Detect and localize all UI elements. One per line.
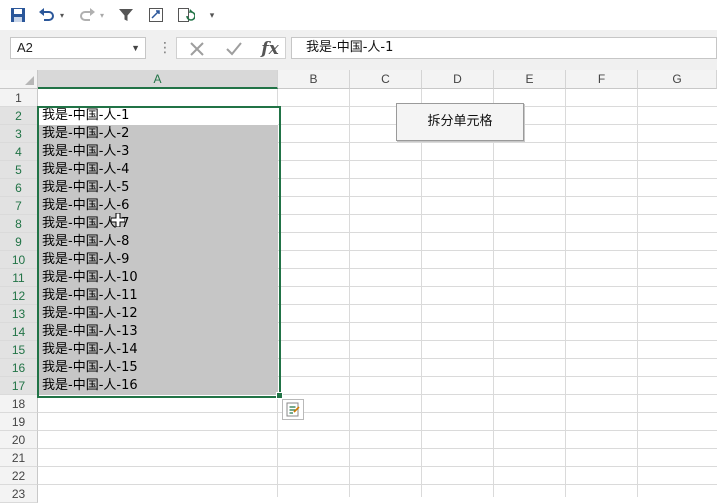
- save-icon[interactable]: [8, 5, 28, 25]
- row-header[interactable]: 21: [0, 449, 38, 467]
- row-header[interactable]: 23: [0, 485, 38, 503]
- insert-function-icon[interactable]: fx: [255, 38, 285, 60]
- row-header[interactable]: 16: [0, 359, 38, 377]
- row-header[interactable]: 14: [0, 323, 38, 341]
- formula-bar: A2 ▼ ⋮ fx 我是-中国-人-1: [0, 30, 717, 70]
- row-header[interactable]: 2: [0, 107, 38, 125]
- row-header[interactable]: 1: [0, 89, 38, 107]
- refresh-icon[interactable]: [176, 5, 196, 25]
- gridline: [349, 89, 350, 497]
- split-cells-button[interactable]: 拆分单元格: [396, 103, 524, 141]
- paste-options-icon[interactable]: [282, 399, 304, 420]
- row-header[interactable]: 20: [0, 431, 38, 449]
- row-header[interactable]: 15: [0, 341, 38, 359]
- pivot-icon[interactable]: [146, 5, 166, 25]
- formula-input[interactable]: 我是-中国-人-1: [291, 37, 717, 59]
- row-header[interactable]: 18: [0, 395, 38, 413]
- filter-icon[interactable]: [116, 5, 136, 25]
- row-header[interactable]: 19: [0, 413, 38, 431]
- column-header-e[interactable]: E: [494, 70, 566, 89]
- row-header[interactable]: 4: [0, 143, 38, 161]
- gridline: [637, 89, 638, 497]
- gridline: [38, 448, 717, 449]
- row-header[interactable]: 22: [0, 467, 38, 485]
- redo-dropdown-icon: ▾: [99, 10, 104, 20]
- row-header[interactable]: 10: [0, 251, 38, 269]
- row-header[interactable]: 7: [0, 197, 38, 215]
- row-header[interactable]: 9: [0, 233, 38, 251]
- row-header[interactable]: 5: [0, 161, 38, 179]
- row-header[interactable]: 3: [0, 125, 38, 143]
- gridline: [38, 412, 717, 413]
- worksheet-grid[interactable]: A B C D E F G 1 2 3 4 5 6 7 8 9 10 11 12…: [0, 70, 717, 503]
- redo-icon: [76, 5, 98, 25]
- selection-border: [37, 106, 281, 398]
- row-header[interactable]: 12: [0, 287, 38, 305]
- row-header[interactable]: 6: [0, 179, 38, 197]
- select-all-triangle-icon: [25, 76, 34, 85]
- column-header-b[interactable]: B: [278, 70, 350, 89]
- gridline: [493, 89, 494, 497]
- name-box-value: A2: [17, 40, 33, 55]
- undo-icon[interactable]: [36, 5, 58, 25]
- formula-bar-grip[interactable]: ⋮: [158, 39, 172, 56]
- gridline: [565, 89, 566, 497]
- customize-toolbar-icon[interactable]: ▾: [206, 5, 218, 25]
- fill-handle[interactable]: [276, 392, 283, 399]
- column-header-g[interactable]: G: [638, 70, 717, 89]
- row-header[interactable]: 11: [0, 269, 38, 287]
- row-header[interactable]: 17: [0, 377, 38, 395]
- enter-check-icon[interactable]: [219, 38, 249, 60]
- name-box[interactable]: A2 ▼: [10, 37, 146, 59]
- chevron-down-icon[interactable]: ▼: [131, 38, 140, 58]
- gridline: [38, 466, 717, 467]
- select-all-corner[interactable]: [0, 70, 38, 89]
- column-header-f[interactable]: F: [566, 70, 638, 89]
- gridline: [421, 89, 422, 497]
- undo-dropdown-icon[interactable]: ▾: [58, 5, 66, 25]
- column-header-a[interactable]: A: [38, 70, 278, 89]
- column-header-d[interactable]: D: [422, 70, 494, 89]
- column-header-c[interactable]: C: [350, 70, 422, 89]
- quick-access-toolbar: ▾ ▾ ▾: [0, 0, 717, 30]
- row-header[interactable]: 8: [0, 215, 38, 233]
- row-header[interactable]: 13: [0, 305, 38, 323]
- cell-cursor-icon: [110, 212, 126, 232]
- gridline: [38, 484, 717, 485]
- formula-buttons: fx: [176, 37, 286, 59]
- cancel-icon[interactable]: [182, 38, 212, 60]
- gridline: [38, 430, 717, 431]
